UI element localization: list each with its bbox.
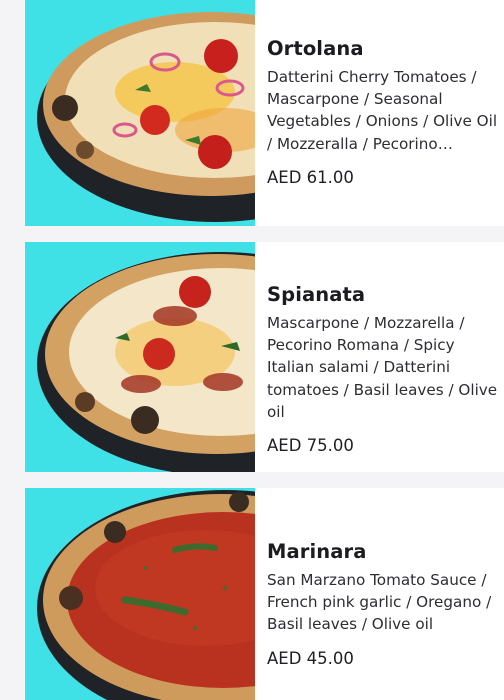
pizza-photo[interactable] — [25, 242, 255, 472]
item-price: AED 61.00 — [267, 167, 354, 187]
marinara-pizza-image — [25, 488, 255, 700]
item-price: AED 75.00 — [267, 436, 354, 456]
pizza-photo[interactable] — [25, 0, 255, 226]
item-description: Datterini Cherry Tomatoes / Mascarpone /… — [267, 68, 498, 153]
item-price: AED 45.00 — [267, 648, 354, 668]
item-name: Spianata — [267, 283, 366, 306]
menu-item-list: Ortolana Datterini Cherry Tomatoes / Mas… — [0, 0, 504, 700]
spianata-pizza-image — [25, 242, 255, 472]
ortolana-pizza-image — [25, 0, 255, 226]
item-description: San Marzano Tomato Sauce / French pink g… — [267, 571, 492, 634]
item-name: Ortolana — [267, 37, 364, 60]
menu-item-card[interactable]: Marinara San Marzano Tomato Sauce / Fren… — [25, 488, 504, 700]
menu-item-card[interactable]: Ortolana Datterini Cherry Tomatoes / Mas… — [25, 0, 504, 226]
menu-item-card[interactable]: Spianata Mascarpone / Mozzarella / Pecor… — [25, 242, 504, 472]
menu-item-info: Marinara San Marzano Tomato Sauce / Fren… — [255, 488, 504, 700]
item-name: Marinara — [267, 540, 367, 563]
menu-item-info: Spianata Mascarpone / Mozzarella / Pecor… — [255, 242, 504, 472]
pizza-photo[interactable] — [25, 488, 255, 700]
menu-item-info: Ortolana Datterini Cherry Tomatoes / Mas… — [255, 0, 504, 226]
item-description: Mascarpone / Mozzarella / Pecorino Roman… — [267, 314, 498, 421]
